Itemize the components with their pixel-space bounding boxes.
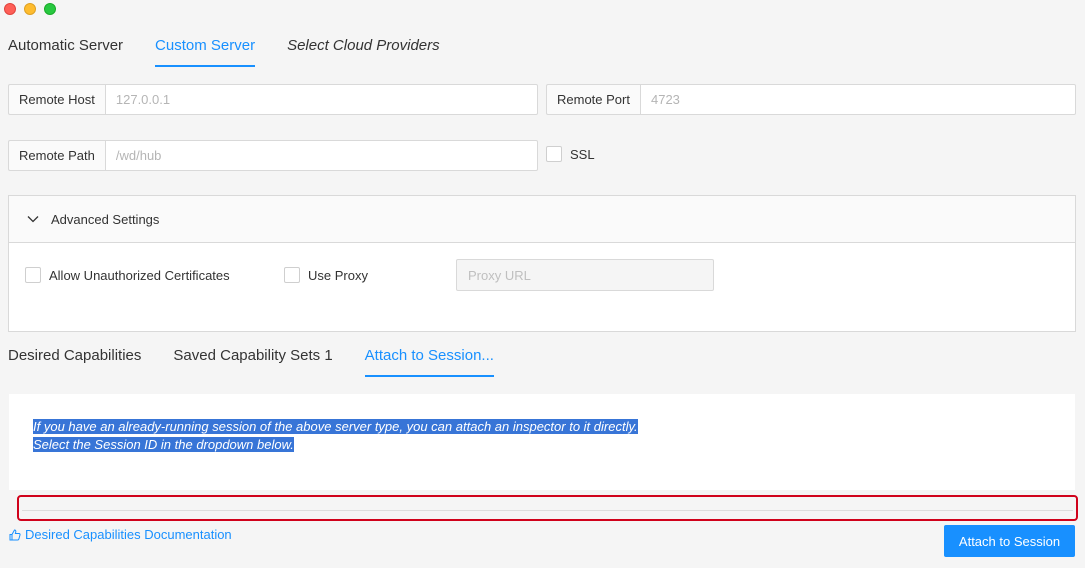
tab-select-cloud-providers[interactable]: Select Cloud Providers <box>287 28 440 68</box>
use-proxy-label: Use Proxy <box>308 267 368 283</box>
remote-path-label: Remote Path <box>8 140 105 171</box>
attach-instructions-line2: Select the Session ID in the dropdown be… <box>33 437 294 452</box>
advanced-settings-body: Allow Unauthorized Certificates Use Prox… <box>9 243 1075 331</box>
ssl-checkbox[interactable] <box>546 146 562 162</box>
allow-unauthorized-option: Allow Unauthorized Certificates <box>25 267 230 283</box>
tab-saved-capability-sets[interactable]: Saved Capability Sets 1 <box>173 338 332 378</box>
minimize-window-button[interactable] <box>24 3 36 15</box>
tab-desired-capabilities[interactable]: Desired Capabilities <box>8 338 141 378</box>
server-tabs: Automatic Server Custom Server Select Cl… <box>8 28 472 68</box>
remote-port-input[interactable] <box>639 84 1076 115</box>
remote-path-field: Remote Path <box>8 140 538 171</box>
zoom-window-button[interactable] <box>44 3 56 15</box>
allow-unauthorized-checkbox[interactable] <box>25 267 41 283</box>
advanced-settings-title: Advanced Settings <box>51 211 160 227</box>
desired-capabilities-doc-link[interactable]: Desired Capabilities Documentation <box>9 527 232 542</box>
window-controls <box>4 3 56 15</box>
remote-path-input[interactable] <box>104 140 538 171</box>
advanced-settings-panel: Advanced Settings Allow Unauthorized Cer… <box>8 195 1076 332</box>
proxy-url-input[interactable] <box>456 259 714 291</box>
ssl-label: SSL <box>570 146 595 162</box>
doc-link-label: Desired Capabilities Documentation <box>25 527 232 542</box>
attach-session-panel: If you have an already-running session o… <box>9 394 1075 490</box>
tab-custom-server[interactable]: Custom Server <box>155 28 256 68</box>
ssl-option: SSL <box>546 146 595 162</box>
use-proxy-option: Use Proxy <box>284 267 368 283</box>
tab-attach-to-session[interactable]: Attach to Session... <box>364 338 495 378</box>
use-proxy-checkbox[interactable] <box>284 267 300 283</box>
remote-host-input[interactable] <box>104 84 538 115</box>
attach-instructions: If you have an already-running session o… <box>33 418 638 454</box>
tab-automatic-server[interactable]: Automatic Server <box>8 28 123 68</box>
close-window-button[interactable] <box>4 3 16 15</box>
allow-unauthorized-label: Allow Unauthorized Certificates <box>49 267 230 283</box>
advanced-settings-header[interactable]: Advanced Settings <box>9 196 1075 243</box>
session-id-dropdown[interactable] <box>17 495 1078 521</box>
attach-to-session-button[interactable]: Attach to Session <box>944 525 1075 557</box>
attach-instructions-line1: If you have an already-running session o… <box>33 419 638 434</box>
chevron-down-icon <box>27 216 39 223</box>
remote-port-field: Remote Port <box>546 84 1076 115</box>
remote-host-label: Remote Host <box>8 84 105 115</box>
remote-port-label: Remote Port <box>546 84 640 115</box>
thumbs-up-icon <box>9 528 21 540</box>
capability-tabs: Desired Capabilities Saved Capability Se… <box>8 338 526 378</box>
remote-host-field: Remote Host <box>8 84 538 115</box>
